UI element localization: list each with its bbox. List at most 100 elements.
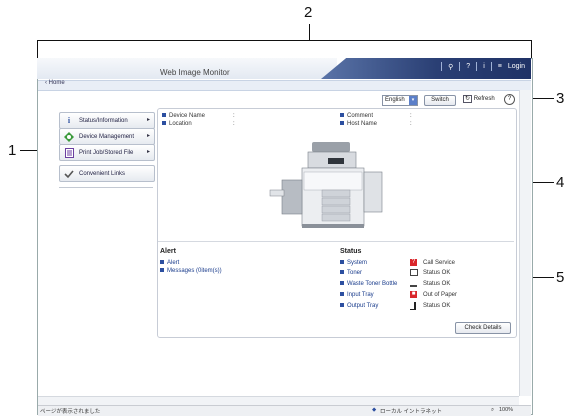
refresh-button[interactable]: ↻ Refresh xyxy=(463,95,495,104)
chevron-right-icon: ▸ xyxy=(146,149,150,155)
nav-divider xyxy=(59,187,153,188)
bullet-icon xyxy=(340,113,344,118)
language-value: English xyxy=(385,97,405,103)
nav-item-label: Device Management xyxy=(79,133,135,140)
device-management-icon xyxy=(64,131,74,142)
refresh-icon: ↻ xyxy=(463,95,473,103)
chevron-right-icon: ▸ xyxy=(146,117,150,123)
status-toner-value: Status OK xyxy=(423,270,451,276)
nav-item-label: Status/Information xyxy=(79,117,128,124)
nav-item-label: Print Job/Stored File xyxy=(79,149,134,156)
comment-label: Comment xyxy=(347,113,374,119)
location-row: Location xyxy=(162,121,192,127)
nav-item-convenient-links[interactable]: Convenient Links xyxy=(59,165,155,182)
out-of-paper-icon: ■ xyxy=(410,291,417,298)
bullet-icon xyxy=(160,268,164,273)
nav-item-print-job[interactable]: Print Job/Stored File ▸ xyxy=(59,144,155,161)
alert-link[interactable]: Alert xyxy=(160,260,179,266)
waste-toner-icon xyxy=(410,281,417,287)
switch-button[interactable]: Switch xyxy=(424,95,456,106)
info-icon[interactable]: i xyxy=(483,63,485,70)
chevron-left-icon: ‹ xyxy=(45,80,47,86)
host-name-row: Host Name xyxy=(340,121,377,127)
callout-2: 2 xyxy=(304,4,313,21)
security-zone-icon: ◆ xyxy=(372,407,377,413)
chevron-right-icon: ▸ xyxy=(146,133,150,139)
alert-link-label: Alert xyxy=(167,260,180,266)
search-icon[interactable]: ⚲ xyxy=(448,63,453,71)
bullet-icon xyxy=(340,121,344,126)
status-waste-toner-value: Status OK xyxy=(423,281,451,287)
nav-item-status-information[interactable]: i Status/Information ▸ xyxy=(59,112,155,129)
login-button[interactable]: Login xyxy=(508,63,525,70)
toolbar-separator xyxy=(459,62,461,71)
nav-item-label: Convenient Links xyxy=(79,170,126,177)
toolbar-separator xyxy=(490,62,492,71)
comment-separator: : xyxy=(410,113,412,119)
call-service-icon: ? xyxy=(410,259,417,266)
bullet-icon xyxy=(162,113,166,118)
bullet-icon xyxy=(162,121,166,126)
status-text: ページが表示されました xyxy=(40,409,101,415)
zoom-icon[interactable]: ⌕ xyxy=(491,407,494,414)
bullet-icon xyxy=(160,260,164,265)
security-zone-text: ローカル イントラネット xyxy=(380,409,443,415)
menu-icon[interactable]: ≡ xyxy=(498,63,502,70)
toolbar-separator xyxy=(441,62,443,71)
status-heading: Status xyxy=(340,248,362,255)
language-select[interactable]: English ▾ xyxy=(382,95,418,106)
home-link[interactable]: Home xyxy=(49,80,65,86)
browser-status-bar: ページが表示されました ◆ ローカル イントラネット ⌕ 100% xyxy=(38,405,531,416)
header-bar: ⚲ ? i ≡ Login xyxy=(37,58,531,79)
horizontal-scrollbar[interactable] xyxy=(38,396,519,405)
vertical-scrollbar[interactable] xyxy=(519,90,531,396)
device-name-row: Device Name xyxy=(162,113,205,119)
device-name-separator: : xyxy=(233,113,235,119)
bullet-icon xyxy=(340,260,344,265)
toolbar-separator xyxy=(476,62,478,71)
host-name-label: Host Name xyxy=(347,121,378,127)
host-name-separator: : xyxy=(410,121,412,127)
status-input-tray-value: Out of Paper xyxy=(423,292,458,298)
location-label: Location xyxy=(169,121,192,127)
location-separator: : xyxy=(233,121,235,127)
callout-2-vline xyxy=(309,24,310,40)
bullet-icon xyxy=(340,292,344,297)
status-waste-toner-link[interactable]: Waste Toner Bottle xyxy=(340,281,397,287)
info-icon: i xyxy=(67,116,71,125)
callout-1: 1 xyxy=(8,142,17,159)
link-check-icon xyxy=(64,169,74,179)
status-output-tray-link[interactable]: Output Tray xyxy=(340,303,378,309)
help-button[interactable]: ? xyxy=(504,94,515,105)
help-icon[interactable]: ? xyxy=(466,63,470,70)
status-system-link[interactable]: System xyxy=(340,260,367,266)
device-name-label: Device Name xyxy=(169,113,206,119)
check-details-button[interactable]: Check Details xyxy=(455,322,511,334)
nav-item-device-management[interactable]: Device Management ▸ xyxy=(59,128,155,145)
header-toolbar: ⚲ ? i ≡ Login xyxy=(441,62,525,71)
zoom-level[interactable]: 100% xyxy=(499,407,513,413)
callout-2-hline xyxy=(37,40,531,41)
bullet-icon xyxy=(340,281,344,286)
status-output-tray-value: Status OK xyxy=(423,303,451,309)
chevron-down-icon: ▾ xyxy=(409,96,417,105)
comment-row: Comment xyxy=(340,113,373,119)
status-toner-label: Toner xyxy=(347,270,363,276)
status-output-tray-label: Output Tray xyxy=(347,303,379,309)
toner-icon xyxy=(410,269,418,276)
bullet-icon xyxy=(340,270,344,275)
section-divider xyxy=(158,241,514,242)
alert-heading: Alert xyxy=(160,248,176,255)
status-system-value: Call Service xyxy=(423,260,456,266)
status-toner-link[interactable]: Toner xyxy=(340,270,362,276)
messages-link-label: Messages (0item(s)) xyxy=(167,268,222,274)
breadcrumb-bar xyxy=(38,80,531,91)
output-tray-icon xyxy=(410,302,416,310)
document-icon xyxy=(64,147,74,158)
status-waste-toner-label: Waste Toner Bottle xyxy=(347,281,398,287)
status-input-tray-link[interactable]: Input Tray xyxy=(340,292,374,298)
status-system-label: System xyxy=(347,260,368,266)
callout-4: 4 xyxy=(556,174,565,191)
messages-link[interactable]: Messages (0item(s)) xyxy=(160,268,222,274)
bullet-icon xyxy=(340,303,344,308)
